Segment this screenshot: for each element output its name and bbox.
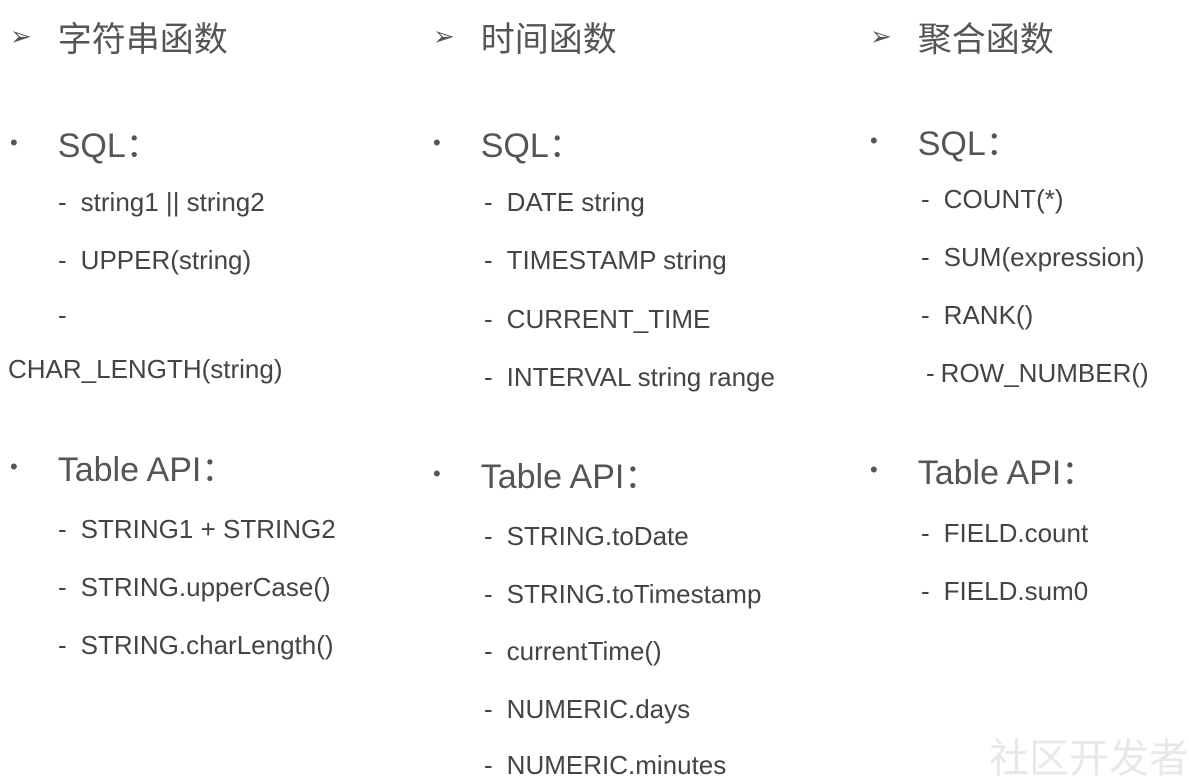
dash-marker: - bbox=[926, 358, 935, 388]
item-text: CHAR_LENGTH(string) bbox=[8, 354, 283, 384]
dash-marker: - bbox=[484, 750, 493, 780]
sql-section-label: • SQL： bbox=[433, 118, 583, 167]
api-section-label: • Table API： bbox=[10, 442, 235, 491]
api-section-label: • Table API： bbox=[870, 445, 1095, 494]
bullet-icon: • bbox=[10, 129, 18, 155]
heading-label: 聚合函数 bbox=[917, 21, 1054, 59]
item-text: NUMERIC.days bbox=[506, 694, 691, 724]
list-item: - INTERVAL string range bbox=[484, 362, 775, 393]
dash-marker: - bbox=[921, 184, 930, 214]
dash-marker: - bbox=[484, 521, 493, 551]
list-item: - SUM(expression) bbox=[921, 242, 1145, 273]
item-text: INTERVAL string range bbox=[506, 362, 775, 392]
dash-marker: - bbox=[921, 518, 930, 548]
api-label: Table API： bbox=[57, 451, 236, 489]
item-text: FIELD.count bbox=[943, 518, 1089, 548]
dash-marker: - bbox=[58, 187, 67, 217]
dash-marker: - bbox=[58, 630, 67, 660]
watermark: 社区开发者 bbox=[989, 736, 1189, 782]
list-item: - STRING.upperCase() bbox=[58, 572, 331, 603]
heading-time-functions: ➢ 时间函数 bbox=[433, 12, 617, 61]
list-item: - NUMERIC.days bbox=[484, 694, 690, 725]
api-label: Table API： bbox=[480, 458, 659, 496]
item-text: DATE string bbox=[506, 187, 645, 217]
item-text: UPPER(string) bbox=[80, 245, 252, 275]
list-item: - bbox=[58, 300, 67, 331]
dash-marker: - bbox=[58, 245, 67, 275]
list-item: - STRING.toTimestamp bbox=[484, 579, 761, 610]
dash-marker: - bbox=[484, 187, 493, 217]
dash-marker: - bbox=[484, 694, 493, 724]
arrow-icon: ➢ bbox=[870, 21, 892, 51]
heading-aggregate-functions: ➢ 聚合函数 bbox=[870, 12, 1054, 61]
bullet-icon: • bbox=[870, 127, 878, 153]
list-item: - CURRENT_TIME bbox=[484, 304, 710, 335]
list-item: - STRING1 + STRING2 bbox=[58, 514, 336, 545]
heading-label: 时间函数 bbox=[480, 21, 617, 59]
dash-marker: - bbox=[58, 514, 67, 544]
list-item: - FIELD.sum0 bbox=[921, 576, 1088, 607]
list-item: - COUNT(*) bbox=[921, 184, 1064, 215]
list-item: - UPPER(string) bbox=[58, 245, 251, 276]
dash-marker: - bbox=[921, 576, 930, 606]
dash-marker: - bbox=[484, 304, 493, 334]
item-text: currentTime() bbox=[506, 636, 662, 666]
item-text: TIMESTAMP string bbox=[506, 245, 727, 275]
sql-label: SQL： bbox=[917, 125, 1020, 163]
item-text: COUNT(*) bbox=[943, 184, 1064, 214]
list-item: CHAR_LENGTH(string) bbox=[8, 354, 283, 385]
list-item: - ROW_NUMBER() bbox=[926, 358, 1149, 389]
bullet-icon: • bbox=[433, 460, 441, 486]
bullet-icon: • bbox=[10, 453, 18, 479]
bullet-icon: • bbox=[433, 129, 441, 155]
arrow-icon: ➢ bbox=[10, 21, 32, 51]
list-item: - RANK() bbox=[921, 300, 1033, 331]
dash-marker: - bbox=[484, 636, 493, 666]
list-item: - DATE string bbox=[484, 187, 645, 218]
item-text: STRING.charLength() bbox=[80, 630, 334, 660]
heading-label: 字符串函数 bbox=[57, 21, 228, 59]
item-text: FIELD.sum0 bbox=[943, 576, 1089, 606]
item-text: STRING.toDate bbox=[506, 521, 689, 551]
dash-marker: - bbox=[921, 300, 930, 330]
item-text: NUMERIC.minutes bbox=[506, 750, 727, 780]
sql-label: SQL： bbox=[57, 127, 160, 165]
dash-marker: - bbox=[484, 362, 493, 392]
item-text: ROW_NUMBER() bbox=[940, 358, 1149, 388]
sql-section-label: • SQL： bbox=[10, 118, 160, 167]
dash-marker: - bbox=[58, 572, 67, 602]
item-text: CURRENT_TIME bbox=[506, 304, 711, 334]
list-item: - TIMESTAMP string bbox=[484, 245, 727, 276]
item-text: STRING.upperCase() bbox=[80, 572, 331, 602]
item-text: STRING.toTimestamp bbox=[506, 579, 762, 609]
list-item: - NUMERIC.minutes bbox=[484, 750, 726, 781]
dash-marker: - bbox=[484, 245, 493, 275]
list-item: - STRING.toDate bbox=[484, 521, 689, 552]
bullet-icon: • bbox=[870, 456, 878, 482]
item-text: string1 || string2 bbox=[80, 187, 265, 217]
list-item: - string1 || string2 bbox=[58, 187, 265, 218]
dash-marker: - bbox=[921, 242, 930, 272]
sql-label: SQL： bbox=[480, 127, 583, 165]
sql-section-label: • SQL： bbox=[870, 116, 1020, 165]
item-text: RANK() bbox=[943, 300, 1034, 330]
api-section-label: • Table API： bbox=[433, 449, 658, 498]
api-label: Table API： bbox=[917, 454, 1096, 492]
item-text: STRING1 + STRING2 bbox=[80, 514, 336, 544]
list-item: - currentTime() bbox=[484, 636, 662, 667]
list-item: - STRING.charLength() bbox=[58, 630, 334, 661]
dash-marker: - bbox=[484, 579, 493, 609]
list-item: - FIELD.count bbox=[921, 518, 1088, 549]
arrow-icon: ➢ bbox=[433, 21, 455, 51]
item-text: SUM(expression) bbox=[943, 242, 1145, 272]
item-text: - bbox=[58, 300, 67, 330]
heading-string-functions: ➢ 字符串函数 bbox=[10, 12, 228, 61]
